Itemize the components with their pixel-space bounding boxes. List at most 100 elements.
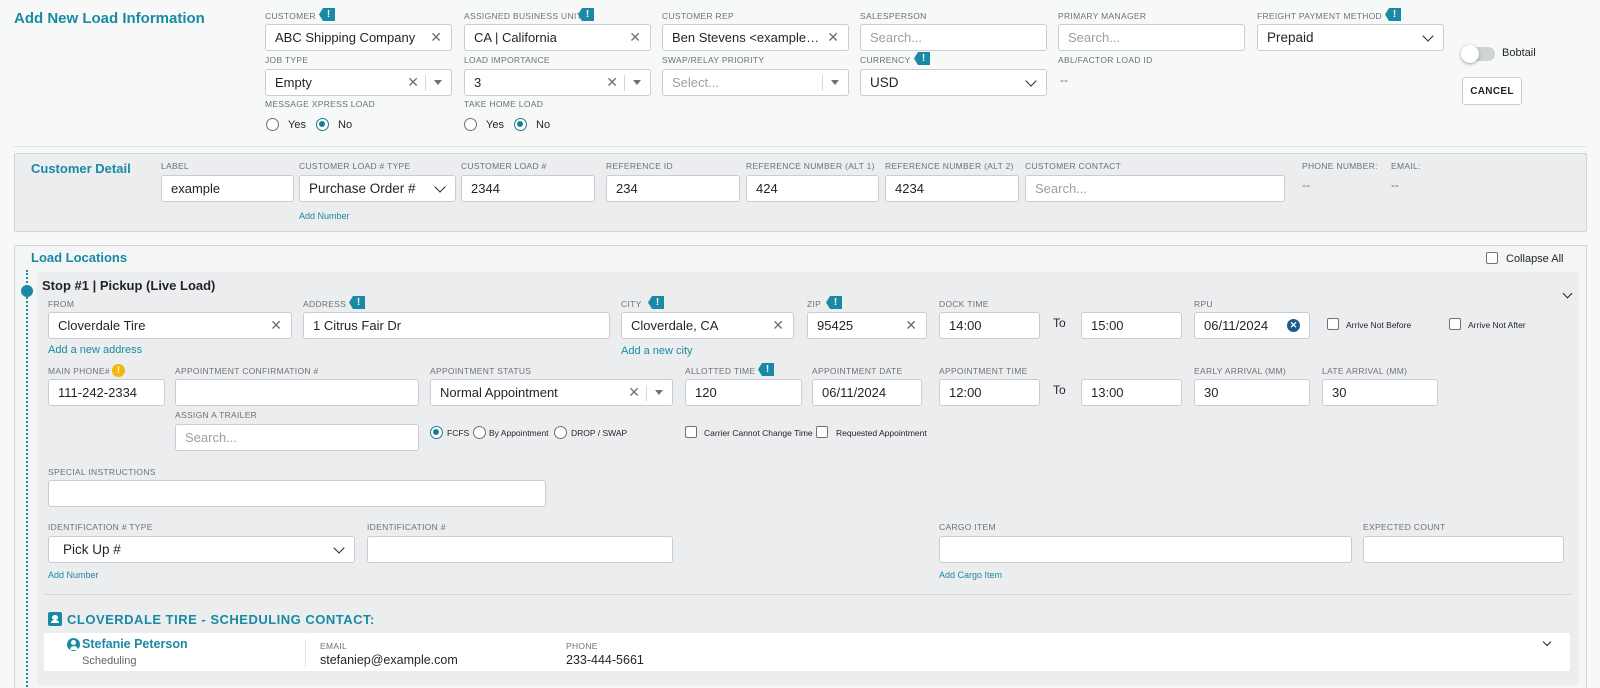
city-select[interactable]: Cloverdale, CA ✕	[621, 312, 794, 339]
label-input[interactable]: example	[161, 175, 294, 202]
load-importance-select[interactable]: 3 ✕	[464, 69, 651, 96]
clear-icon[interactable]: ✕	[628, 384, 640, 401]
label-field-label: LABEL	[161, 161, 189, 171]
collapse-all-label: Collapse All	[1506, 253, 1564, 265]
address-input[interactable]: 1 Citrus Fair Dr	[303, 312, 610, 339]
zip-input[interactable]: 95425 ✕	[807, 312, 927, 339]
dock-time-to-input[interactable]: 15:00	[1081, 312, 1182, 339]
arrive-not-before-checkbox[interactable]	[1327, 318, 1339, 330]
customer-detail-title: Customer Detail	[31, 161, 131, 176]
appt-date-input[interactable]: 06/11/2024	[812, 379, 922, 406]
clear-icon[interactable]: ✕	[606, 74, 618, 91]
appt-time-to-input[interactable]: 13:00	[1081, 379, 1182, 406]
id-type-select[interactable]: Pick Up #	[48, 536, 355, 563]
main-phone-input[interactable]: 111-242-2334	[48, 379, 165, 406]
dock-time-to-label: To	[1053, 316, 1066, 330]
add-cargo-link[interactable]: Add Cargo Item	[939, 570, 1002, 580]
customer-select[interactable]: ABC Shipping Company ✕	[265, 24, 452, 51]
load-num-type-select[interactable]: Purchase Order #	[299, 175, 456, 202]
customer-contact-search[interactable]: Search...	[1025, 175, 1285, 202]
chevron-down-icon	[434, 180, 446, 193]
caret-down-icon	[633, 80, 641, 85]
contact-phone-label: PHONE	[566, 641, 598, 651]
expected-count-input[interactable]	[1363, 536, 1564, 563]
expand-contact-icon[interactable]	[1536, 637, 1552, 647]
clear-icon[interactable]: ✕	[827, 29, 839, 46]
assign-trailer-search[interactable]: Search...	[175, 424, 419, 451]
appt-confirmation-input[interactable]	[175, 379, 419, 406]
clear-icon[interactable]: ✕	[772, 317, 784, 334]
caret-down-icon	[655, 390, 663, 395]
contact-email-label: EMAIL	[320, 641, 348, 651]
message-xpress-no-radio[interactable]	[316, 118, 329, 131]
dock-time-from-input[interactable]: 14:00	[939, 312, 1040, 339]
freight-payment-select[interactable]: Prepaid	[1257, 24, 1444, 51]
cancel-button[interactable]: CANCEL	[1462, 77, 1522, 105]
ref-alt1-input[interactable]: 424	[746, 175, 879, 202]
bobtail-toggle[interactable]	[1461, 45, 1495, 63]
add-city-link[interactable]: Add a new city	[621, 345, 693, 357]
rpu-label: RPU	[1194, 299, 1213, 309]
flag-icon: !	[1385, 8, 1401, 21]
late-arrival-label: LATE ARRIVAL (MM)	[1322, 366, 1408, 376]
clear-icon[interactable]: ✕	[629, 29, 641, 46]
requested-appt-checkbox[interactable]	[816, 426, 828, 438]
take-home-no-radio[interactable]	[514, 118, 527, 131]
collapse-stop-icon[interactable]	[1556, 288, 1573, 299]
message-xpress-yes-radio[interactable]	[266, 118, 279, 131]
fcfs-label: FCFS	[447, 428, 470, 438]
drop-swap-radio[interactable]	[554, 426, 567, 439]
divider	[305, 639, 306, 667]
cargo-item-label: CARGO ITEM	[939, 522, 996, 532]
caret-down-icon	[434, 80, 442, 85]
primary-manager-search[interactable]: Search...	[1058, 24, 1245, 51]
primary-manager-label: PRIMARY MANAGER	[1058, 11, 1147, 21]
contact-name[interactable]: Stefanie Peterson	[82, 637, 188, 651]
clear-icon[interactable]: ✕	[270, 317, 282, 334]
late-arrival-input[interactable]: 30	[1322, 379, 1438, 406]
by-appointment-radio[interactable]	[473, 426, 486, 439]
arrive-not-after-checkbox[interactable]	[1449, 318, 1461, 330]
caret-down-icon	[831, 80, 839, 85]
ref-alt2-input[interactable]: 4234	[885, 175, 1019, 202]
from-select[interactable]: Cloverdale Tire ✕	[48, 312, 292, 339]
flag-icon: !	[319, 8, 335, 21]
assign-trailer-label: ASSIGN A TRAILER	[175, 410, 258, 420]
take-home-no-label: No	[536, 119, 551, 131]
carrier-cannot-change-checkbox[interactable]	[685, 426, 697, 438]
phone-number-value: --	[1302, 178, 1310, 192]
email-value: --	[1391, 178, 1399, 192]
fcfs-radio[interactable]	[430, 426, 443, 439]
message-xpress-label: MESSAGE XPRESS LOAD	[265, 99, 376, 109]
add-id-number-link[interactable]: Add Number	[48, 570, 99, 580]
rpu-date-input[interactable]: 06/11/2024 ✕	[1194, 312, 1310, 339]
appt-status-select[interactable]: Normal Appointment ✕	[430, 379, 673, 406]
allotted-time-input[interactable]: 120	[685, 379, 802, 406]
clear-icon[interactable]: ✕	[430, 29, 442, 46]
bobtail-label: Bobtail	[1502, 47, 1536, 59]
customer-rep-select[interactable]: Ben Stevens <examplecarrier@example.com>…	[662, 24, 849, 51]
customer-load-num-input[interactable]: 2344	[461, 175, 595, 202]
id-number-input[interactable]	[367, 536, 673, 563]
by-appointment-label: By Appointment	[489, 428, 549, 438]
swap-priority-select[interactable]: Select...	[662, 69, 849, 96]
currency-select[interactable]: USD	[860, 69, 1047, 96]
zip-label: ZIP	[807, 299, 822, 309]
cargo-item-input[interactable]	[939, 536, 1352, 563]
early-arrival-input[interactable]: 30	[1194, 379, 1310, 406]
take-home-yes-radio[interactable]	[464, 118, 477, 131]
job-type-select[interactable]: Empty ✕	[265, 69, 452, 96]
reference-id-input[interactable]: 234	[606, 175, 740, 202]
add-number-link[interactable]: Add Number	[299, 211, 350, 221]
collapse-all-checkbox[interactable]	[1486, 252, 1498, 264]
clear-icon[interactable]: ✕	[407, 74, 419, 91]
salesperson-search[interactable]: Search...	[860, 24, 1047, 51]
business-unit-select[interactable]: CA | California ✕	[464, 24, 651, 51]
add-address-link[interactable]: Add a new address	[48, 344, 142, 356]
appt-time-label: APPOINTMENT TIME	[939, 366, 1028, 376]
clear-date-icon[interactable]: ✕	[1287, 319, 1300, 332]
clear-icon[interactable]: ✕	[905, 317, 917, 334]
ref-alt1-label: REFERENCE NUMBER (ALT 1)	[746, 161, 875, 171]
special-instructions-input[interactable]	[48, 480, 546, 507]
appt-time-from-input[interactable]: 12:00	[939, 379, 1040, 406]
